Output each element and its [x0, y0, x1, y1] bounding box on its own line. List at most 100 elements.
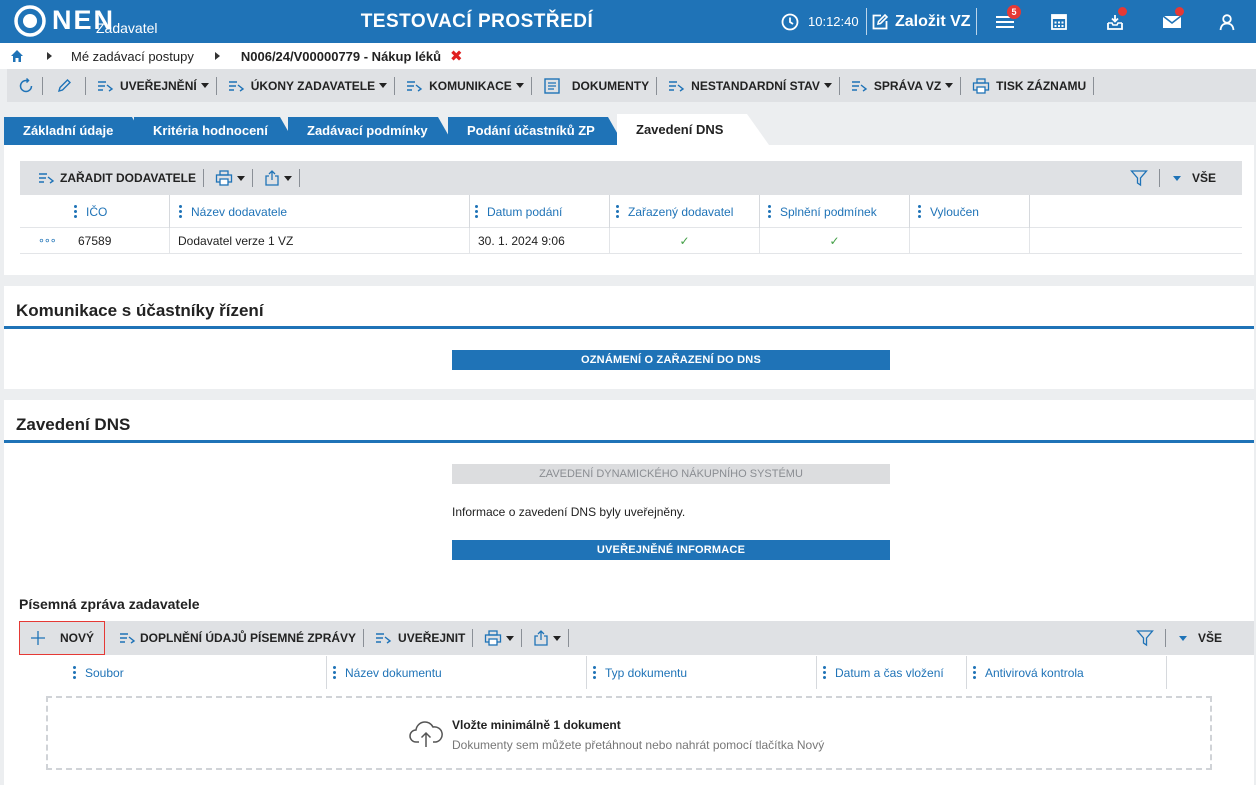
toolbar-divider [215, 76, 217, 95]
toolbar-divider [299, 169, 300, 187]
publish-report-label: UVEŘEJNIT [398, 631, 466, 645]
column-submission-date-label: Datum podání [487, 204, 563, 219]
toolbar-divider [1159, 169, 1160, 187]
column-menu-icon[interactable] [918, 205, 921, 218]
column-document-type[interactable]: Typ dokumentu [587, 656, 817, 689]
column-menu-icon[interactable] [74, 205, 77, 218]
tab-submissions[interactable]: Podání účastníků ZP [448, 117, 624, 145]
create-vz-button[interactable]: Založit VZ [871, 0, 971, 43]
toolbar-divider [252, 169, 253, 187]
home-icon[interactable] [10, 49, 24, 63]
column-submission-date[interactable]: Datum podání [470, 195, 610, 228]
user-button[interactable] [1214, 9, 1240, 35]
toolbar-divider [42, 76, 43, 95]
column-supplier-name[interactable]: Název dodavatele [170, 195, 470, 228]
suppliers-filter-all[interactable]: VŠE [1192, 171, 1216, 185]
export-icon [265, 170, 279, 186]
table-row[interactable]: ∘∘∘ 67589 Dodavatel verze 1 VZ 30. 1. 20… [20, 228, 1242, 254]
report-print-menu[interactable] [484, 622, 515, 655]
column-excluded-label: Vyloučen [930, 204, 979, 219]
toolbar-divider [1165, 629, 1166, 647]
column-menu-icon[interactable] [333, 666, 336, 679]
document-drop-zone[interactable]: Vložte minimálně 1 dokument Dokumenty se… [46, 696, 1212, 770]
communication-title: Komunikace s účastníky řízení [16, 301, 264, 320]
toolbar-divider [521, 629, 523, 647]
column-conditions-met[interactable]: Splnění podmínek [760, 195, 910, 228]
column-document-name[interactable]: Název dokumentu [327, 656, 587, 689]
toolbar-documents-button[interactable]: DOKUMENTY [543, 69, 649, 102]
tab-criteria[interactable]: Kritéria hodnocení [134, 117, 296, 145]
caret-down-icon[interactable] [1179, 635, 1187, 641]
cell-submission-date: 30. 1. 2024 9:06 [470, 228, 610, 254]
clock-time: 10:12:40 [808, 14, 859, 29]
refresh-button[interactable] [17, 69, 35, 102]
filter-icon[interactable] [1136, 629, 1154, 647]
toolbar-divider [838, 76, 840, 95]
menu-button[interactable]: 5 [992, 5, 1021, 35]
publish-report-button[interactable]: UVEŘEJNIT [375, 622, 465, 655]
suppliers-export-menu[interactable] [264, 162, 292, 195]
toolbar-divider [363, 629, 365, 647]
pencil-icon [57, 78, 71, 92]
tab-basic-info[interactable]: Základní údaje [4, 117, 148, 145]
column-menu-icon[interactable] [475, 205, 478, 218]
row-actions-icon[interactable]: ∘∘∘ [38, 228, 74, 254]
column-menu-icon[interactable] [823, 666, 826, 679]
tab-conditions-label: Zadávací podmínky [307, 123, 428, 138]
column-inserted-at[interactable]: Datum a čas vložení [817, 656, 967, 689]
published-info-button[interactable]: UVEŘEJNĚNÉ INFORMACE [452, 540, 890, 560]
breadcrumb-my-procedures[interactable]: Mé zadávací postupy [71, 49, 194, 64]
report-title: Písemná zpráva zadavatele [19, 596, 200, 612]
column-antivirus[interactable]: Antivirová kontrola [967, 656, 1167, 689]
column-assigned[interactable]: Zařazený dodavatel [610, 195, 760, 228]
toolbar-actions-menu[interactable]: ÚKONY ZADAVATELE [228, 69, 388, 102]
document-icon [544, 77, 560, 94]
supplement-report-button[interactable]: DOPLNĚNÍ ÚDAJŮ PÍSEMNÉ ZPRÁVY [119, 622, 356, 655]
tab-conditions[interactable]: Zadávací podmínky [288, 117, 454, 145]
toolbar-print-button[interactable]: TISK ZÁZNAMU [972, 69, 1086, 102]
drop-zone-title: Vložte minimálně 1 dokument [452, 718, 621, 732]
report-filter-all[interactable]: VŠE [1198, 631, 1222, 645]
dns-inclusion-notice-button[interactable]: OZNÁMENÍ O ZAŘAZENÍ DO DNS [452, 350, 890, 370]
assign-supplier-button[interactable]: ZAŘADIT DODAVATELE [38, 162, 196, 195]
toolbar-divider [960, 76, 962, 95]
list-action-icon [120, 633, 136, 644]
report-export-menu[interactable] [533, 622, 562, 655]
messages-button[interactable] [1159, 7, 1185, 35]
inbox-alert-dot [1118, 7, 1127, 16]
toolbar-vz-admin-menu[interactable]: SPRÁVA VZ [851, 69, 954, 102]
column-menu-icon[interactable] [179, 205, 182, 218]
column-file[interactable]: Soubor [73, 656, 327, 689]
toolbar-communication-menu[interactable]: KOMUNIKACE [406, 69, 524, 102]
printer-icon [485, 630, 502, 646]
column-menu-icon[interactable] [73, 666, 76, 679]
filter-icon[interactable] [1130, 169, 1148, 187]
tab-basic-info-label: Základní údaje [23, 123, 114, 138]
new-document-button[interactable]: NOVÝ [19, 621, 105, 655]
procedure-toolbar: UVEŘEJNĚNÍ ÚKONY ZADAVATELE KOMUNIKACE D… [7, 69, 1256, 102]
column-menu-icon[interactable] [768, 205, 771, 218]
caret-down-icon[interactable] [1173, 175, 1181, 181]
tab-strip: Základní údaje Kritéria hodnocení Zadáva… [0, 102, 1256, 145]
dns-panel: Zavedení DNS ZAVEDENÍ DYNAMICKÉHO NÁKUPN… [4, 400, 1254, 785]
column-menu-icon[interactable] [593, 666, 596, 679]
tab-dns[interactable]: Zavedení DNS [617, 114, 769, 145]
column-menu-icon[interactable] [973, 666, 976, 679]
supplement-report-label: DOPLNĚNÍ ÚDAJŮ PÍSEMNÉ ZPRÁVY [140, 631, 357, 645]
column-ico[interactable]: IČO [74, 195, 170, 228]
session-clock: 10:12:40 [781, 0, 859, 43]
toolbar-nonstandard-menu[interactable]: NESTANDARDNÍ STAV [668, 69, 832, 102]
breadcrumb-current-procedure[interactable]: N006/24/V00000779 - Nákup léků [241, 49, 441, 64]
user-icon [1219, 14, 1235, 31]
column-menu-icon[interactable] [616, 205, 619, 218]
calculator-button[interactable] [1046, 9, 1072, 35]
edit-button[interactable] [56, 69, 72, 102]
suppliers-print-menu[interactable] [215, 162, 245, 195]
close-procedure-icon[interactable]: ✖ [450, 47, 463, 65]
report-filter-tools: VŠE [1136, 621, 1222, 655]
column-excluded[interactable]: Vyloučen [910, 195, 1030, 228]
caret-down-icon [515, 83, 524, 88]
toolbar-publish-menu[interactable]: UVEŘEJNĚNÍ [97, 69, 209, 102]
section-divider [4, 440, 1254, 443]
inbox-button[interactable] [1102, 7, 1128, 35]
